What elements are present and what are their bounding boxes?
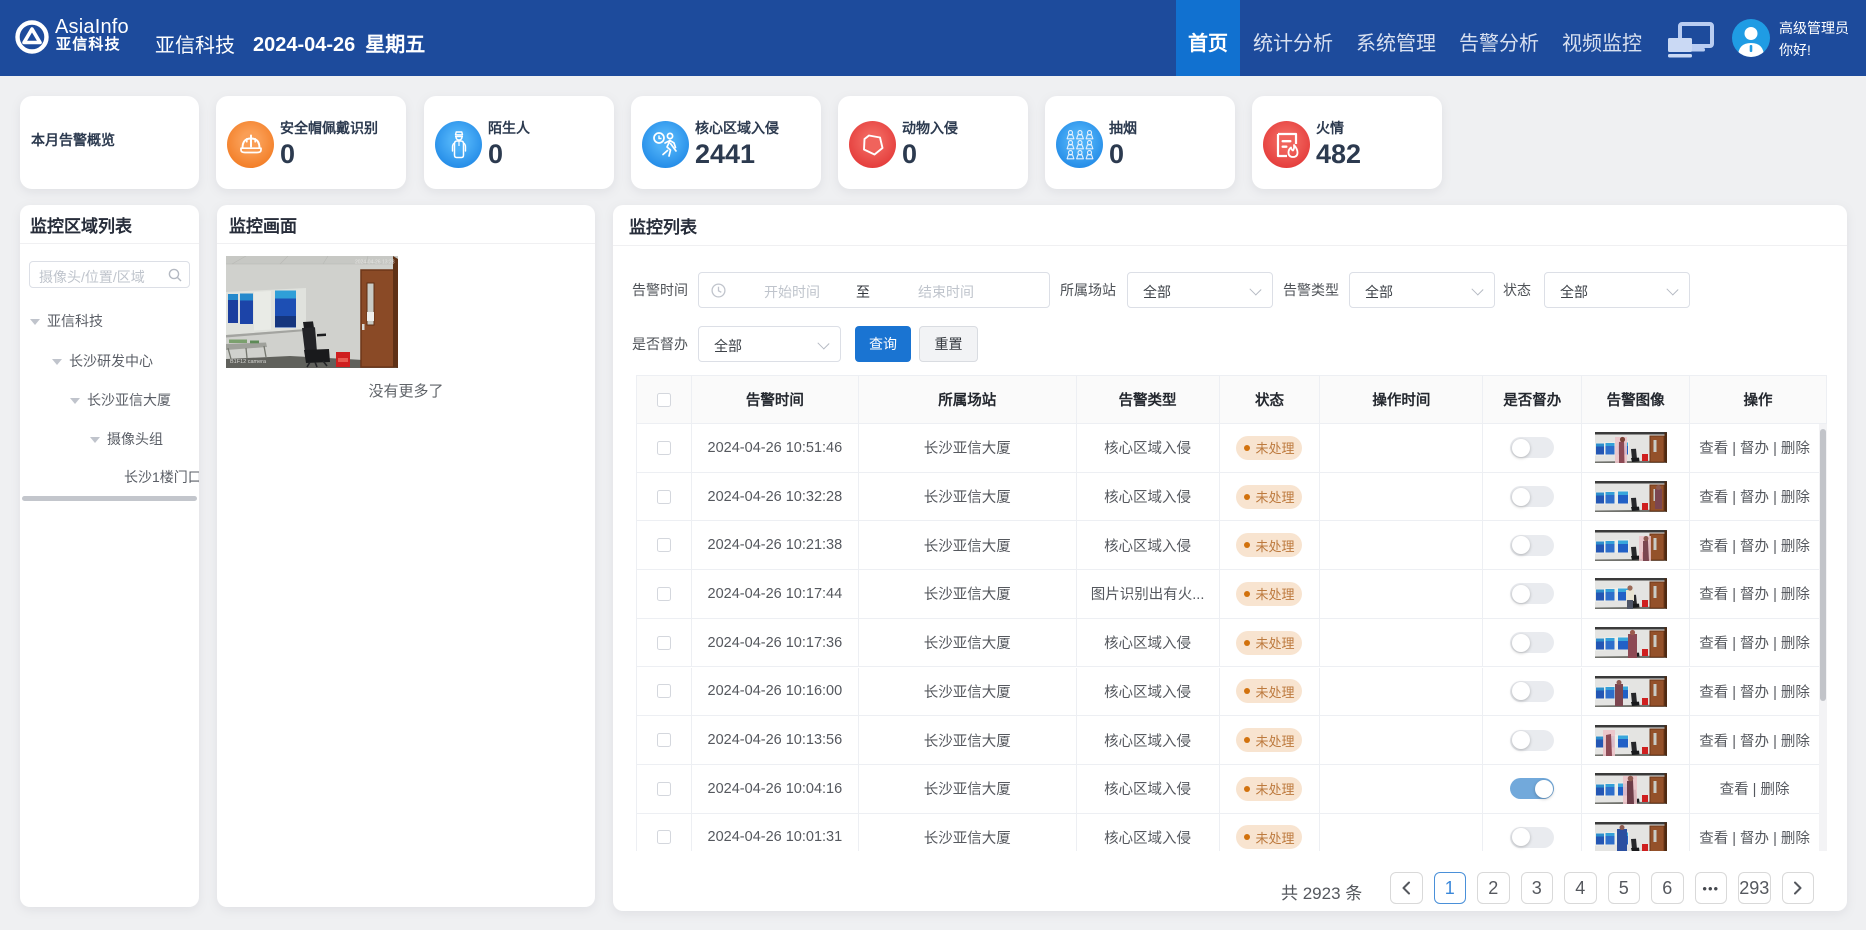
svg-text:2024-04-26 13:28: 2024-04-26 13:28: [355, 260, 395, 266]
svg-text:B1F12 camera: B1F12 camera: [230, 359, 267, 365]
